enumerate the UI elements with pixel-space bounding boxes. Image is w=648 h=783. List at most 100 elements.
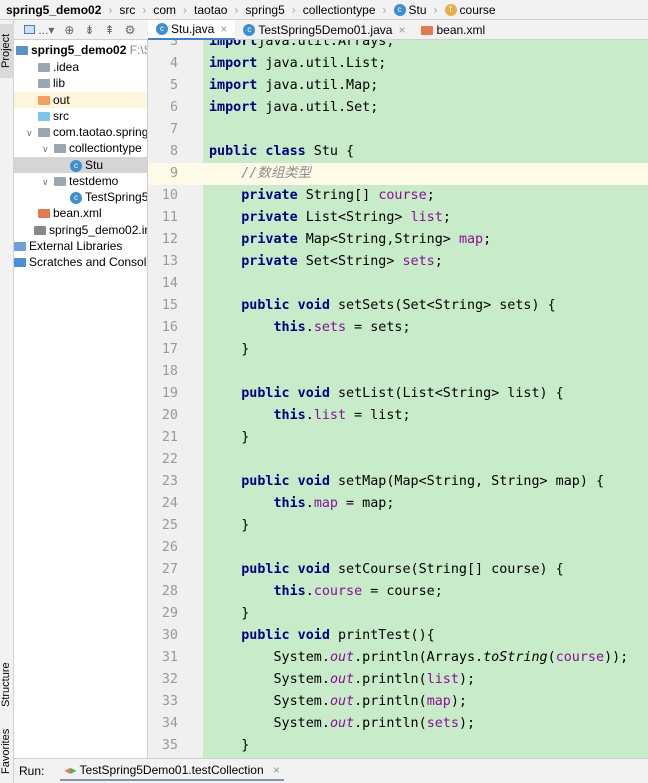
code-editor[interactable]: 3 importjava.util.Arrays; 4 import java.uti… — [148, 40, 648, 758]
code-text: } — [209, 735, 249, 757]
close-icon[interactable]: × — [398, 23, 405, 37]
breadcrumb-item[interactable]: src — [119, 3, 135, 17]
code-token: System. — [209, 716, 330, 731]
code-line: 24 this.map = map; — [148, 493, 648, 515]
tree-item-label: Stu — [85, 158, 104, 172]
tree-item[interactable]: src — [14, 108, 147, 124]
chevron-down-icon[interactable]: ∨ — [26, 125, 38, 141]
project-tree: spring5_demo02 F:\StudyI.idealiboutsrc∨c… — [14, 40, 148, 760]
tree-item[interactable]: spring5_demo02 F:\StudyI — [14, 42, 147, 58]
code-token: course — [313, 584, 363, 599]
module-icon — [16, 46, 28, 55]
gear-icon[interactable]: ⚙ — [125, 23, 136, 37]
code-token: import — [209, 56, 258, 71]
code-text: import java.util.List; — [209, 53, 386, 75]
code-text: System.out.println(map); — [209, 691, 467, 713]
editor-tab[interactable]: bean.xml — [413, 20, 493, 40]
tree-item-label: .idea — [53, 60, 80, 74]
breadcrumb-item[interactable]: taotao — [194, 3, 227, 17]
expand-all-icon[interactable]: ⇟ — [84, 23, 94, 37]
view-mode-dropdown[interactable]: ...▾ — [24, 23, 54, 37]
file-icon — [34, 226, 46, 235]
tree-item[interactable]: spring5_demo02.iml — [14, 222, 147, 238]
tree-item[interactable]: cTestSpring5Demo01 — [14, 189, 147, 205]
breadcrumb-item[interactable]: com — [153, 3, 176, 17]
project-tool-tab[interactable]: Project — [0, 24, 14, 78]
locate-icon[interactable]: ⊕ — [64, 23, 74, 37]
close-icon[interactable]: × — [273, 763, 280, 777]
breadcrumb-item[interactable]: c Stu — [393, 3, 427, 17]
collapse-all-icon[interactable]: ⇞ — [105, 23, 115, 37]
breadcrumb-item[interactable]: spring5 — [245, 3, 284, 17]
code-token: list — [410, 210, 443, 225]
line-number: 10 — [161, 188, 178, 203]
package-icon — [38, 128, 50, 137]
breadcrumb-item[interactable]: spring5_demo02 — [6, 3, 101, 17]
code-token: .println( — [354, 672, 427, 687]
code-token: ; — [483, 232, 492, 247]
structure-tool-tab[interactable]: Structure — [0, 650, 14, 720]
tree-item[interactable]: bean.xml — [14, 205, 147, 221]
line-number: 20 — [161, 408, 178, 423]
tree-item[interactable]: c Stu — [14, 157, 147, 173]
line-number: 7 — [169, 122, 178, 137]
line-number: 4 — [169, 56, 178, 71]
code-token: String[] — [297, 188, 379, 203]
line-number: 22 — [161, 452, 178, 467]
code-token: } — [209, 606, 250, 621]
editor-tab[interactable]: c Stu.java × — [148, 20, 236, 40]
code-token: java.util.Map; — [257, 78, 379, 93]
code-text: this.sets = sets; — [209, 317, 411, 339]
code-line: 32 System.out.println(list); — [148, 669, 648, 691]
code-text: } — [209, 515, 249, 537]
code-token: ; — [434, 254, 443, 269]
code-token: printTest(){ — [329, 628, 435, 643]
line-number: 18 — [161, 364, 178, 379]
code-token: System. — [209, 672, 330, 687]
code-token: public void — [241, 298, 330, 313]
chevron-down-icon[interactable]: ∨ — [42, 141, 54, 157]
tree-item[interactable]: ∨ collectiontype — [14, 140, 147, 157]
breadcrumb-separator: › — [382, 2, 387, 17]
code-line: 8 public class Stu { — [148, 141, 648, 163]
tree-item[interactable]: Scratches and Consoles — [14, 254, 147, 270]
code-token: . — [305, 320, 314, 335]
code-line: 6 import java.util.Set; — [148, 97, 648, 119]
code-text: private String[] course; — [209, 185, 435, 207]
code-line: 30 public void printTest(){ — [148, 625, 648, 647]
chevron-down-icon[interactable]: ∨ — [42, 174, 54, 190]
code-token: Map<String,String> — [297, 232, 459, 247]
editor-tab[interactable]: c TestSpring5Demo01.java × — [235, 20, 413, 40]
code-token: setMap(Map<String, String> map) { — [329, 474, 605, 489]
tree-item[interactable]: lib — [14, 75, 147, 91]
code-text: public void setSets(Set<String> sets) { — [209, 295, 555, 317]
line-number: 19 — [161, 386, 178, 401]
breadcrumb-separator: › — [142, 2, 147, 17]
code-token: list — [313, 408, 347, 423]
code-line: 17 } — [148, 339, 648, 361]
tree-item[interactable]: .idea — [14, 59, 147, 75]
tree-item[interactable]: External Libraries — [14, 238, 147, 254]
line-number: 8 — [169, 144, 178, 159]
tree-item-label: testdemo — [69, 174, 119, 188]
code-text: this.map = map; — [209, 493, 395, 515]
class-icon: c — [70, 159, 82, 172]
tree-item[interactable]: ∨ com.taotao.spring5 — [14, 124, 147, 141]
line-number: 34 — [161, 716, 178, 731]
breadcrumb-item[interactable]: collectiontype — [303, 3, 376, 17]
code-token: ; — [442, 210, 451, 225]
tree-item[interactable]: ∨ testdemo — [14, 173, 147, 190]
code-text: //数组类型 — [209, 163, 311, 185]
code-token: = sets; — [346, 320, 411, 335]
run-config-tab[interactable]: ◂▸ TestSpring5Demo01.testCollection × — [60, 761, 285, 781]
tree-item[interactable]: out — [14, 92, 147, 108]
favorites-tool-tab[interactable]: Favorites — [0, 720, 14, 782]
code-text: public void setList(List<String> list) { — [209, 383, 563, 405]
code-token: ( — [547, 650, 556, 665]
close-icon[interactable]: × — [220, 22, 227, 36]
breadcrumb-item[interactable]: f course — [444, 3, 496, 17]
